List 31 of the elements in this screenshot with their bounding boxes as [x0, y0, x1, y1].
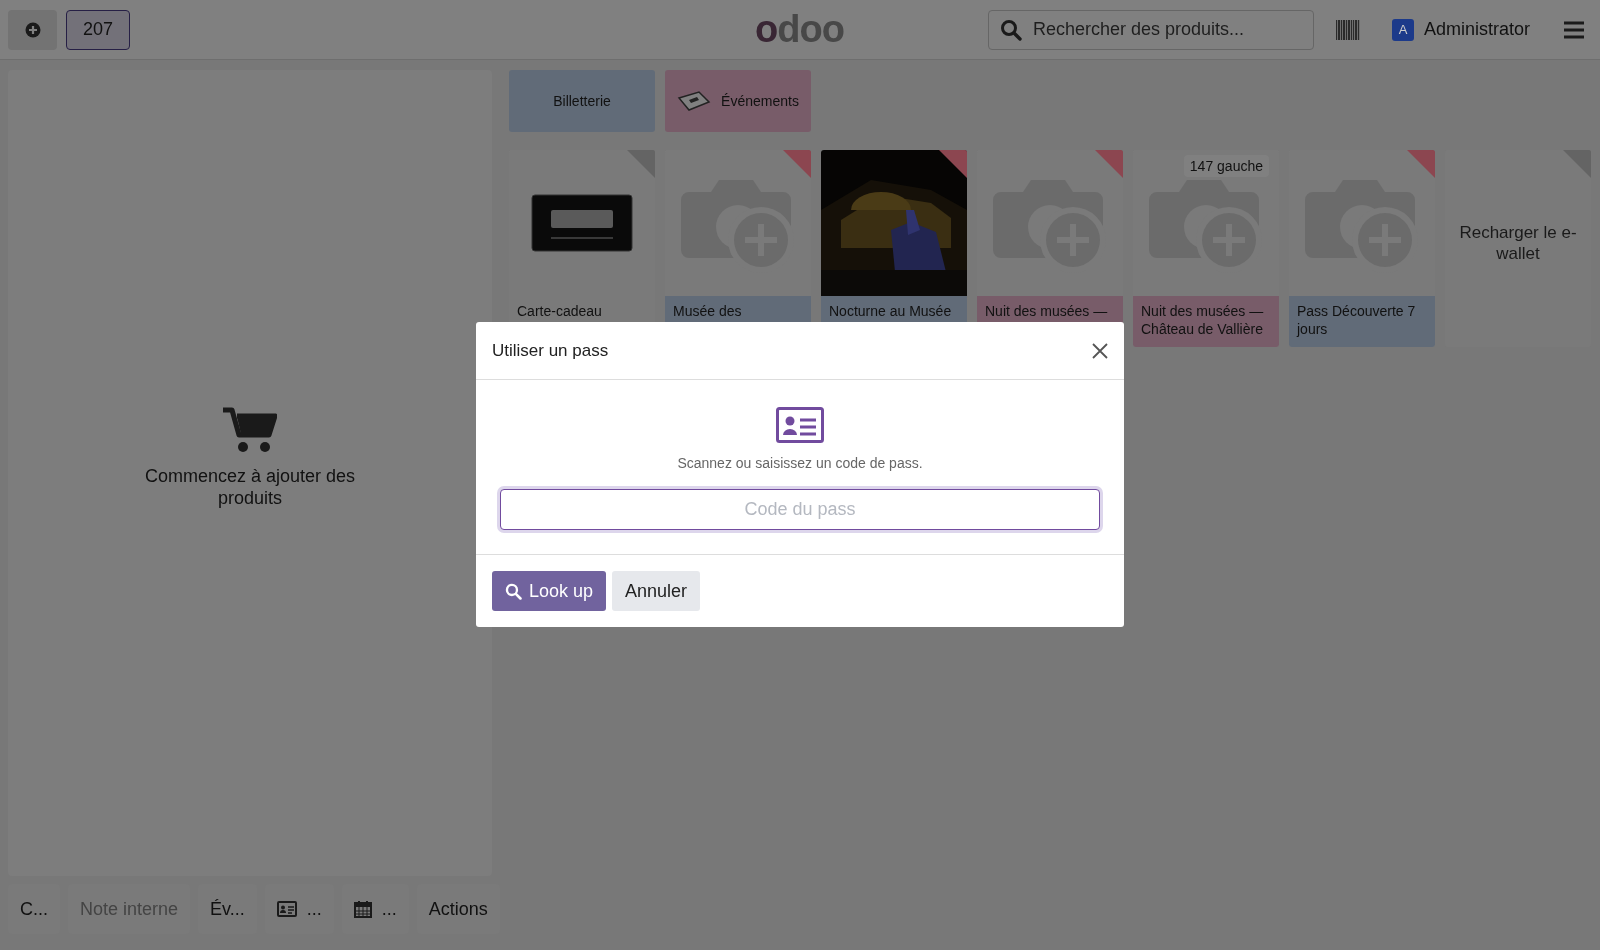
- plus-circle-icon: [24, 21, 41, 38]
- user-name: Administrator: [1423, 19, 1530, 40]
- order-tab[interactable]: 207: [66, 9, 130, 50]
- look-up-button[interactable]: Look up: [492, 571, 607, 611]
- logo: odoo: [755, 8, 844, 51]
- pass-code-field[interactable]: Code du pass: [500, 489, 1100, 530]
- product-name: Recharger le e-wallet: [1458, 222, 1578, 265]
- cancel-button[interactable]: Annuler: [612, 571, 701, 611]
- product-name: Pass Découverte 7 jours: [1289, 296, 1435, 347]
- user-menu[interactable]: A Administrator: [1391, 18, 1530, 41]
- id-card-icon: [776, 407, 824, 443]
- category-button[interactable]: Événements: [665, 70, 811, 132]
- stock-badge: 147 gauche: [1183, 155, 1269, 177]
- search-field[interactable]: Rechercher des produits...: [987, 9, 1314, 50]
- calendar-icon: [353, 900, 372, 918]
- category-button[interactable]: Billetterie: [509, 70, 655, 132]
- close-icon[interactable]: [1092, 342, 1108, 359]
- barcode-icon[interactable]: [1335, 19, 1360, 40]
- search-icon: [505, 582, 522, 600]
- user-avatar: A: [1391, 18, 1414, 41]
- id-card-icon: [276, 901, 297, 917]
- product-card[interactable]: 147 gauche Nuit des musées — Château de Vallière: [1133, 150, 1279, 347]
- new-order-button[interactable]: [8, 9, 57, 50]
- cart-icon: [223, 406, 277, 453]
- product-card[interactable]: Pass Découverte 7 jours: [1289, 150, 1435, 347]
- product-name: Nuit des musées — Château de Vallière: [1133, 296, 1279, 347]
- empty-cart-text: Commencez à ajouter des produits: [143, 464, 357, 510]
- ticket-icon: [677, 90, 712, 112]
- menu-icon[interactable]: [1564, 20, 1584, 39]
- search-icon: [999, 18, 1022, 41]
- dialog-message: Scannez ou saisissez un code de pass.: [677, 455, 923, 471]
